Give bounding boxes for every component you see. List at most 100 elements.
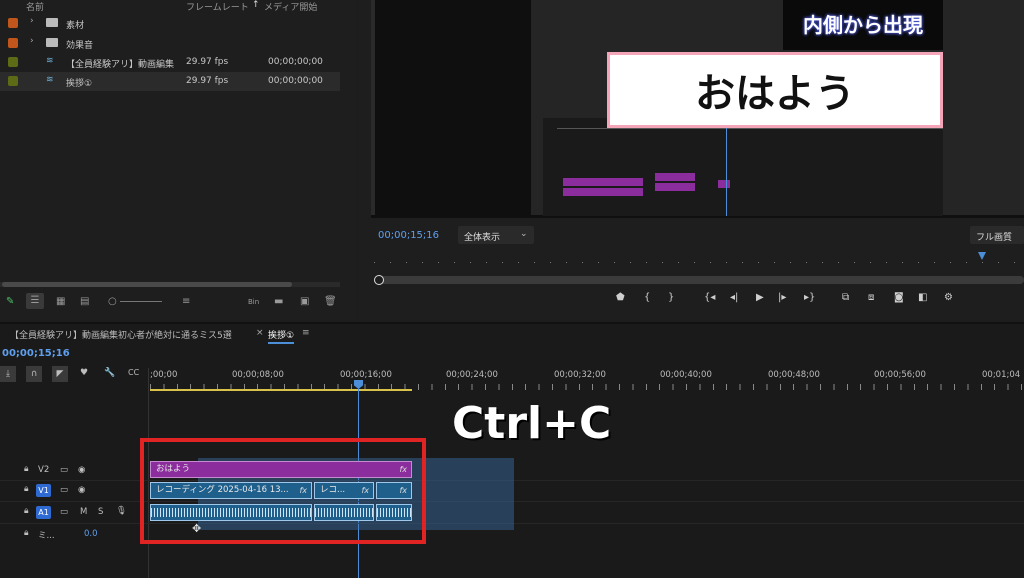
item-media-start: 00;00;00;00 — [268, 76, 323, 86]
sync-icon[interactable]: ▭ — [60, 507, 68, 517]
timeline-ruler[interactable]: ;00;00 00;00;08;00 00;00;16;00 00;00;24;… — [150, 368, 1024, 394]
step-forward-icon[interactable]: |▸ — [778, 292, 786, 303]
step-back-icon[interactable]: ◂| — [730, 292, 738, 303]
captions-icon[interactable]: CC — [128, 368, 139, 377]
fit-label: 全体表示 — [464, 233, 501, 243]
item-media-start: 00;00;00;00 — [268, 57, 323, 67]
label-color-swatch[interactable] — [8, 38, 18, 48]
item-name: 効果音 — [66, 41, 94, 51]
project-item-sequence[interactable]: ≋ 【全員経験アリ】動画編集 29.97 fps 00;00;00;00 — [0, 53, 340, 72]
go-to-in-icon[interactable]: {◂ — [704, 292, 715, 303]
zoom-scrollbar[interactable] — [374, 275, 1024, 285]
sequence-icon: ≋ — [46, 56, 54, 66]
play-icon[interactable]: ▶ — [756, 292, 764, 303]
settings-icon[interactable]: ⚙ — [944, 292, 953, 303]
chevron-down-icon: ⌄ — [520, 229, 528, 239]
lift-icon[interactable]: ⧉ — [842, 292, 849, 303]
playhead-marker[interactable] — [978, 252, 986, 260]
track-label: ミ... — [38, 531, 55, 541]
mark-in-icon[interactable]: { — [644, 292, 650, 303]
project-item-sequence[interactable]: ≋ 挨拶① 29.97 fps 00;00;00;00 — [0, 72, 340, 91]
mix-volume[interactable]: 0.0 — [84, 529, 98, 539]
ruler-label: 00;00;08;00 — [232, 370, 284, 380]
track-target-a1[interactable]: A1 — [36, 506, 51, 519]
label-color-swatch[interactable] — [8, 18, 18, 28]
track-header-v1: 🔒︎ V1 ▭ ◉ — [0, 482, 148, 500]
lock-icon[interactable]: 🔒︎ — [24, 484, 29, 494]
fit-dropdown[interactable]: 全体表示 ⌄ — [458, 226, 534, 244]
project-item-folder[interactable]: › 素材 — [0, 14, 340, 33]
mute-button[interactable]: M — [80, 507, 87, 517]
pencil-icon[interactable]: ✎ — [6, 296, 14, 307]
sync-icon[interactable]: ▭ — [60, 465, 68, 475]
project-column-headers: 名前 フレームレート ↑ メディア開始 — [0, 0, 340, 13]
sync-icon[interactable]: ▭ — [60, 485, 68, 495]
icon-view-icon[interactable]: ▦ — [56, 296, 65, 307]
sort-up-icon[interactable]: ↑ — [252, 0, 260, 10]
column-name[interactable]: 名前 — [26, 0, 44, 13]
zoom-circle-icon[interactable]: ○ — [108, 296, 117, 307]
wrench-icon[interactable]: 🔧 — [104, 368, 115, 378]
camera-icon[interactable]: ◙ — [894, 292, 904, 303]
sort-icon[interactable]: ≡ — [182, 296, 190, 307]
eye-icon[interactable]: ◉ — [78, 465, 85, 475]
mini-clip — [718, 180, 730, 188]
chevron-right-icon[interactable]: › — [30, 36, 34, 46]
extract-icon[interactable]: ⧈ — [868, 292, 874, 303]
zoom-slider[interactable] — [120, 301, 162, 302]
label-color-swatch[interactable] — [8, 57, 18, 67]
lock-icon[interactable]: 🔒︎ — [24, 506, 29, 516]
scrollbar-thumb[interactable] — [2, 282, 292, 287]
track-header-a1: 🔒︎ A1 ▭ M S 🎙︎ — [0, 504, 148, 522]
shortcut-overlay: Ctrl+C — [452, 398, 612, 449]
mini-clip — [655, 173, 695, 181]
marker-icon[interactable]: ♥ — [80, 368, 88, 378]
mark-out-icon[interactable]: } — [668, 292, 674, 303]
freeform-view-icon[interactable]: ▤ — [80, 296, 89, 307]
column-media-start[interactable]: メディア開始 — [264, 0, 317, 13]
chevron-right-icon[interactable]: › — [30, 16, 34, 26]
nest-icon[interactable]: ⤓ — [0, 366, 16, 382]
lock-icon[interactable]: 🔒︎ — [24, 528, 29, 538]
timeline-panel: 【全員経験アリ】動画編集初心者が絶対に通るミス5選 × 挨拶① ≡ 00;00;… — [0, 322, 1024, 578]
column-framerate[interactable]: フレームレート — [186, 0, 249, 13]
ruler-label: 00;00;48;00 — [768, 370, 820, 380]
monitor-timecode[interactable]: 00;00;15;16 — [378, 230, 439, 241]
quality-label: フル画質 — [976, 233, 1013, 243]
list-view-icon[interactable]: ☰ — [26, 293, 44, 309]
project-item-folder[interactable]: › 効果音 — [0, 34, 340, 53]
horizontal-scrollbar[interactable] — [0, 282, 340, 287]
timeline-timecode[interactable]: 00;00;15;16 — [2, 348, 70, 359]
solo-button[interactable]: S — [98, 507, 103, 517]
snap-icon[interactable]: ∩ — [26, 366, 42, 382]
item-name: 【全員経験アリ】動画編集 — [66, 60, 175, 70]
track-header-mix: 🔒︎ ミ... 0.0 — [0, 526, 148, 544]
lock-icon[interactable]: 🔒︎ — [24, 464, 29, 474]
comparison-view-icon[interactable]: ◧ — [918, 292, 927, 303]
linked-selection-icon[interactable]: ◤ — [52, 366, 68, 382]
microphone-icon[interactable]: 🎙︎ — [116, 506, 127, 516]
folder-icon — [46, 18, 58, 27]
monitor-time-ruler[interactable] — [374, 252, 1024, 264]
label-color-swatch[interactable] — [8, 76, 18, 86]
add-marker-icon[interactable]: ⬟ — [616, 292, 625, 303]
work-area-bar[interactable] — [150, 389, 412, 391]
scrollbar-handle[interactable] — [374, 275, 384, 285]
eye-icon[interactable]: ◉ — [78, 485, 85, 495]
tab-menu-icon[interactable]: ≡ — [302, 328, 310, 338]
bin-icon[interactable]: Bin — [248, 298, 259, 306]
item-fps: 29.97 fps — [186, 76, 229, 86]
program-monitor: 内側から出現 おはよう 00;00;15;16 全体表示 ⌄ フル画質 ⬟ { … — [358, 0, 1024, 320]
new-item-icon[interactable]: ▣ — [300, 296, 309, 307]
new-folder-icon[interactable]: ▬ — [274, 296, 283, 307]
quality-dropdown[interactable]: フル画質 — [970, 226, 1024, 244]
tab-sequence-aisatsu[interactable]: 挨拶① — [268, 328, 295, 344]
ruler-label: 00;00;16;00 — [340, 370, 392, 380]
trash-icon[interactable]: 🗑 — [324, 296, 337, 307]
ruler-label: 00;01;04 — [982, 370, 1021, 380]
go-to-out-icon[interactable]: ▸} — [804, 292, 815, 303]
tab-sequence-main[interactable]: 【全員経験アリ】動画編集初心者が絶対に通るミス5選 — [10, 328, 232, 341]
item-name: 挨拶① — [66, 79, 93, 89]
tab-close-icon[interactable]: × — [256, 328, 264, 338]
track-target-v1[interactable]: V1 — [36, 484, 51, 497]
